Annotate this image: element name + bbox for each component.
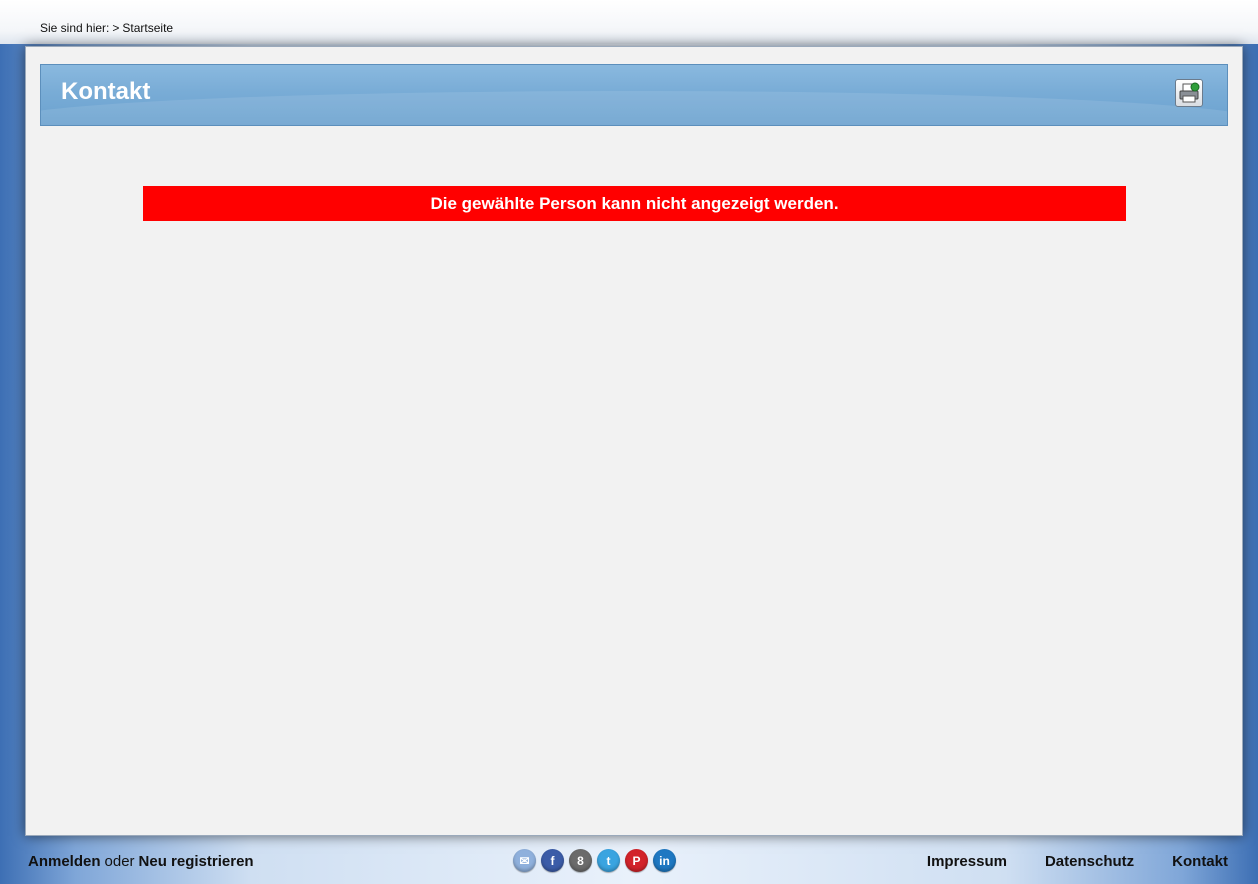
page-header: Kontakt bbox=[40, 64, 1228, 126]
content-panel: Kontakt Die gewählte Person kann nicht a… bbox=[25, 46, 1243, 836]
error-message: Die gewählte Person kann nicht angezeigt… bbox=[143, 186, 1126, 221]
breadcrumb-link-startseite[interactable]: Startseite bbox=[122, 21, 173, 35]
pinterest-icon[interactable]: P bbox=[625, 849, 648, 872]
datenschutz-link[interactable]: Datenschutz bbox=[1045, 853, 1134, 870]
facebook-icon[interactable]: f bbox=[541, 849, 564, 872]
register-link[interactable]: Neu registrieren bbox=[139, 853, 254, 870]
printer-icon bbox=[1179, 82, 1200, 103]
breadcrumb-separator: > bbox=[112, 21, 120, 35]
footer: Anmelden oder Neu registrieren ✉ f 8 t Pin Imp… bbox=[0, 836, 1258, 884]
breadcrumb: Sie sind hier: > Startseite bbox=[40, 21, 173, 35]
or-label: oder bbox=[104, 853, 135, 870]
top-bar: Sie sind hier: > Startseite bbox=[0, 0, 1258, 44]
page-title: Kontakt bbox=[61, 78, 151, 105]
footer-links: Impressum Datenschutz Kontakt bbox=[927, 853, 1228, 870]
breadcrumb-prefix: Sie sind hier: bbox=[40, 21, 110, 35]
twitter-icon[interactable]: t bbox=[597, 849, 620, 872]
kontakt-link[interactable]: Kontakt bbox=[1172, 853, 1228, 870]
print-button[interactable] bbox=[1175, 79, 1203, 107]
login-link[interactable]: Anmelden bbox=[28, 853, 101, 870]
linkedin-icon[interactable]: in bbox=[653, 849, 676, 872]
impressum-link[interactable]: Impressum bbox=[927, 853, 1007, 870]
auth-links: Anmelden oder Neu registrieren bbox=[28, 853, 254, 870]
social-icons: ✉ f 8 t Pin bbox=[513, 849, 676, 872]
google-plus-icon[interactable]: 8 bbox=[569, 849, 592, 872]
share-icon[interactable]: ✉ bbox=[513, 849, 536, 872]
